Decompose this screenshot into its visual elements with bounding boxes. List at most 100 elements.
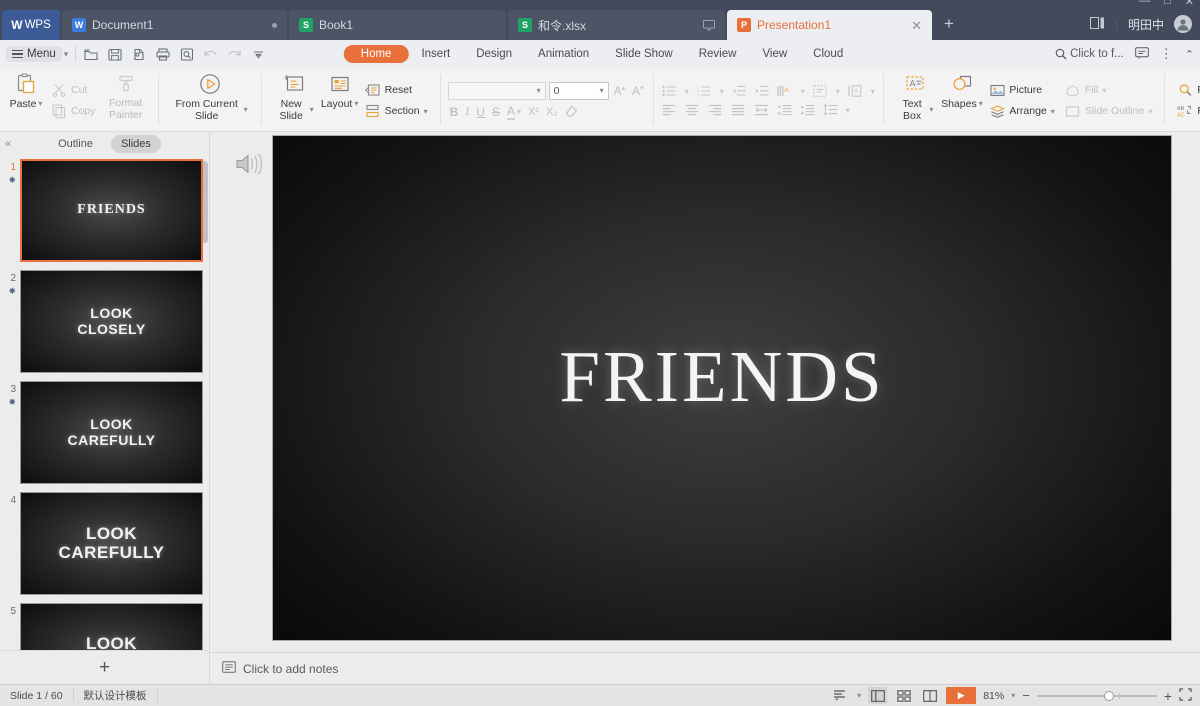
zoom-slider-handle[interactable] (1103, 690, 1114, 701)
increase-indent-icon[interactable] (755, 85, 770, 98)
font-color-button[interactable]: A ▾ (506, 104, 521, 120)
find-document-icon[interactable] (179, 47, 194, 62)
chevron-down-icon[interactable]: ▾ (600, 86, 604, 95)
grow-font-button[interactable]: A▴ (612, 84, 628, 98)
tab-book1[interactable]: S Book1 (289, 10, 506, 40)
bullets-icon[interactable] (662, 85, 677, 98)
add-slide-button[interactable]: + (0, 650, 209, 684)
maximize-button[interactable]: □ (1164, 0, 1171, 8)
align-left-icon[interactable] (662, 104, 677, 117)
wps-logo-button[interactable]: W WPS (2, 10, 60, 40)
collapse-panel-icon[interactable]: « (5, 138, 11, 150)
distribute-icon[interactable] (754, 104, 769, 117)
print-icon[interactable] (155, 47, 170, 62)
panel-tab-outline[interactable]: Outline (48, 135, 103, 153)
cut-button[interactable]: Cut (48, 81, 99, 99)
align-right-icon[interactable] (708, 104, 723, 117)
line-spacing-increase-icon[interactable] (777, 104, 792, 117)
italic-button[interactable]: I (465, 104, 469, 119)
arrange-button[interactable]: Arrange ▾ (986, 102, 1057, 120)
slide-thumbnail-list[interactable]: 1 ✸ FRIENDS 2 ✸ LOOK CLOSELY 3 ✸ LOOK CA… (0, 157, 209, 650)
numbering-icon[interactable]: 123 (697, 85, 712, 98)
chevron-down-icon[interactable]: ▾ (64, 49, 69, 60)
bold-button[interactable]: B (450, 105, 459, 119)
shrink-font-button[interactable]: A▾ (630, 84, 646, 98)
slide-thumbnail-4[interactable]: LOOK CAREFULLY (20, 491, 203, 595)
zoom-out-button[interactable]: − (1022, 688, 1030, 703)
paste-button[interactable]: Paste ▾ (6, 70, 46, 131)
tab-helingxlsx[interactable]: S 和令.xlsx (508, 10, 725, 40)
format-painter-button[interactable]: Format Painter (101, 70, 151, 131)
design-template-label[interactable]: 默认设计模板 (74, 685, 157, 706)
ribbon-tab-review[interactable]: Review (686, 45, 750, 63)
align-center-icon[interactable] (685, 104, 700, 117)
underline-button[interactable]: U (476, 105, 485, 119)
font-size-input[interactable]: 0 ▾ (548, 81, 609, 100)
slide-thumbnail-2[interactable]: LOOK CLOSELY (20, 269, 203, 373)
line-spacing-icon[interactable] (823, 103, 838, 117)
list-item[interactable]: 2 ✸ LOOK CLOSELY (0, 269, 209, 381)
customize-toolbar-icon[interactable] (251, 47, 266, 62)
ribbon-tab-cloud[interactable]: Cloud (800, 45, 856, 63)
open-icon[interactable] (83, 47, 98, 62)
replace-button[interactable]: ABAC Replace ▾ (1174, 102, 1200, 120)
ribbon-tab-design[interactable]: Design (463, 45, 525, 63)
comment-icon[interactable] (1134, 46, 1149, 62)
font-name-input[interactable]: ▾ (447, 81, 546, 100)
layout-button[interactable]: Layout ▾ (320, 70, 360, 131)
text-box-button[interactable]: A Text Box ▾ (891, 70, 940, 131)
zoom-in-button[interactable]: + (1164, 688, 1172, 704)
find-button[interactable]: Find (1174, 81, 1200, 99)
list-item[interactable]: 4 LOOK CAREFULLY (0, 491, 209, 603)
fit-to-window-icon[interactable] (1179, 687, 1192, 704)
ribbon-tab-slide-show[interactable]: Slide Show (602, 45, 686, 63)
redo-icon[interactable] (227, 47, 242, 62)
present-mode-icon[interactable] (1089, 16, 1105, 32)
menu-button[interactable]: Menu (6, 46, 62, 62)
from-current-slide-button[interactable]: From Current Slide ▾ (166, 70, 254, 131)
tab-presentation1[interactable]: P Presentation1 ✕ (727, 10, 932, 40)
slide-sorter-view-button[interactable] (894, 687, 913, 704)
tab-document1[interactable]: W Document1 (62, 10, 287, 40)
audio-speaker-icon[interactable] (234, 150, 266, 178)
line-spacing-decrease-icon[interactable] (800, 104, 815, 117)
close-window-button[interactable]: ✕ (1185, 0, 1194, 8)
shapes-button[interactable]: Shapes ▾ (939, 70, 984, 131)
new-tab-button[interactable]: + (932, 10, 966, 40)
ribbon-tab-insert[interactable]: Insert (408, 45, 463, 63)
undo-icon[interactable] (203, 47, 218, 62)
view-list-icon[interactable] (831, 687, 850, 704)
notes-pane[interactable]: Click to add notes (210, 652, 1200, 684)
reset-button[interactable]: Reset (362, 81, 431, 99)
clear-formatting-icon[interactable] (565, 104, 578, 120)
close-tab-icon[interactable]: ✕ (893, 19, 922, 32)
collapse-ribbon-icon[interactable]: ⌃ (1185, 48, 1194, 61)
picture-button[interactable]: Picture (986, 81, 1057, 99)
new-slide-button[interactable]: New Slide ▾ (269, 70, 320, 131)
columns-icon[interactable]: A (848, 85, 863, 98)
strikethrough-button[interactable]: S (492, 105, 500, 119)
copy-button[interactable]: Copy (48, 102, 99, 120)
list-item[interactable]: 1 ✸ FRIENDS (0, 158, 209, 270)
slide-canvas[interactable]: FRIENDS (272, 135, 1172, 641)
align-text-icon[interactable] (813, 85, 828, 98)
list-item[interactable]: 5 LOOK CAREFULLY (0, 602, 209, 650)
avatar[interactable] (1174, 15, 1192, 33)
slide-counter[interactable]: Slide 1 / 60 (0, 685, 73, 706)
list-item[interactable]: 3 ✸ LOOK CAREFULLY (0, 380, 209, 492)
reading-view-button[interactable] (920, 687, 939, 704)
fill-button[interactable]: Fill ▾ (1062, 81, 1156, 99)
panel-tab-slides[interactable]: Slides (110, 135, 161, 154)
text-direction-icon[interactable]: A (777, 85, 793, 98)
slide-outline-button[interactable]: Slide Outline ▾ (1062, 102, 1156, 120)
zoom-slider[interactable] (1036, 690, 1157, 701)
justify-icon[interactable] (731, 104, 746, 117)
ribbon-tab-view[interactable]: View (749, 45, 800, 63)
minimize-button[interactable]: — (1139, 0, 1150, 8)
ribbon-tab-home[interactable]: Home (343, 45, 409, 63)
chevron-down-icon[interactable]: ▾ (537, 86, 541, 95)
superscript-button[interactable]: X² (528, 106, 539, 118)
start-slideshow-button[interactable]: ▶ (946, 687, 977, 704)
slide-thumbnail-3[interactable]: LOOK CAREFULLY (20, 380, 203, 484)
normal-view-button[interactable] (868, 687, 888, 704)
